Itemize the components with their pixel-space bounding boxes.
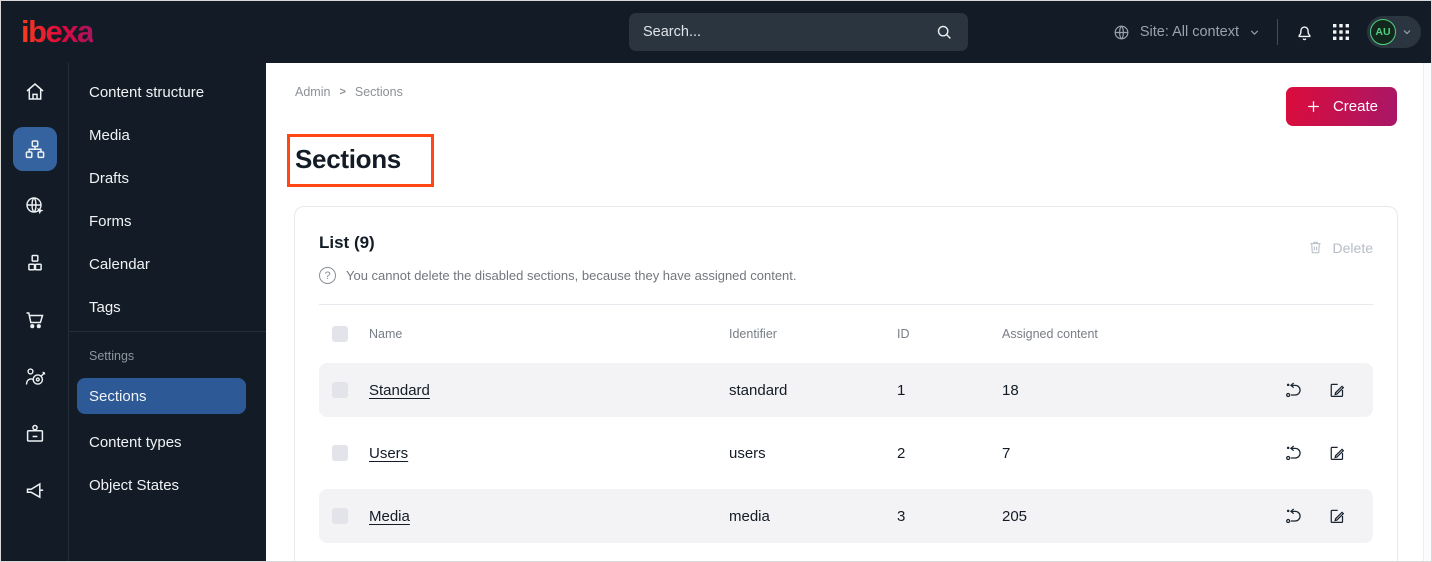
notifications-bell-icon[interactable]: [1294, 22, 1315, 43]
select-all-checkbox[interactable]: [332, 326, 348, 342]
table-row: Media media 3 205: [319, 489, 1373, 543]
help-note-text: You cannot delete the disabled sections,…: [346, 268, 797, 283]
sidebar-menu: Content structure Media Drafts Forms Cal…: [69, 63, 266, 561]
sidebar: Content structure Media Drafts Forms Cal…: [1, 63, 266, 561]
help-note: ? You cannot delete the disabled section…: [319, 267, 1373, 284]
column-header-identifier: Identifier: [729, 327, 777, 341]
sidebar-item-tags[interactable]: Tags: [69, 286, 266, 329]
scrollbar[interactable]: [1423, 63, 1431, 561]
site-context-label: Site: All context: [1139, 24, 1239, 40]
breadcrumb-sections[interactable]: Sections: [355, 85, 403, 99]
assign-content-icon[interactable]: [1284, 506, 1304, 526]
section-link[interactable]: Standard: [369, 382, 430, 399]
cell-identifier: standard: [729, 381, 788, 399]
sidebar-item-media[interactable]: Media: [69, 114, 266, 157]
sidebar-item-object-states[interactable]: Object States: [69, 464, 266, 507]
topbar-right: Site: All context AU: [1112, 1, 1421, 63]
home-icon[interactable]: [13, 70, 57, 114]
app-grid-icon[interactable]: [1332, 23, 1350, 41]
column-header-assigned-content: Assigned content: [1002, 327, 1098, 341]
sections-table: Name Identifier ID Assigned content Stan…: [295, 305, 1397, 543]
row-checkbox[interactable]: [332, 382, 348, 398]
cell-id: 2: [897, 444, 906, 462]
site-context-selector[interactable]: Site: All context: [1112, 23, 1261, 42]
chevron-down-icon: [1248, 26, 1261, 39]
settings-section-label: Settings: [89, 349, 135, 363]
main-content: Admin > Sections Create Sections List (9…: [266, 63, 1431, 561]
list-title: List (9): [319, 233, 375, 252]
breadcrumb-separator: >: [339, 86, 346, 98]
create-button[interactable]: Create: [1285, 87, 1397, 126]
breadcrumb: Admin > Sections: [295, 85, 403, 99]
sections-list-card: List (9) ? You cannot delete the disable…: [294, 206, 1398, 561]
plus-icon: [1305, 98, 1322, 115]
marketing-megaphone-icon[interactable]: [13, 469, 57, 513]
cell-assigned-content: 18: [1002, 381, 1019, 399]
product-catalog-icon[interactable]: [13, 241, 57, 285]
cell-identifier: users: [729, 444, 766, 462]
site-icon[interactable]: [13, 184, 57, 228]
section-link[interactable]: Media: [369, 508, 410, 525]
menu-divider: [69, 331, 266, 332]
global-search: [629, 13, 968, 51]
column-header-name: Name: [369, 327, 403, 341]
sidebar-item-forms[interactable]: Forms: [69, 200, 266, 243]
card-divider: [319, 304, 1373, 305]
help-question-icon: ?: [319, 267, 336, 284]
chevron-down-icon: [1401, 26, 1413, 38]
cell-assigned-content: 7: [1002, 444, 1011, 462]
cell-id: 3: [897, 507, 906, 525]
table-row: Standard standard 1 18: [319, 363, 1373, 417]
commerce-cart-icon[interactable]: [13, 298, 57, 342]
card-header: List (9) ? You cannot delete the disable…: [295, 207, 1397, 305]
admin-badge-icon[interactable]: [13, 412, 57, 456]
personalization-icon[interactable]: [13, 355, 57, 399]
breadcrumb-admin[interactable]: Admin: [295, 85, 330, 99]
ibexa-logo[interactable]: ibexa: [21, 14, 94, 50]
sidebar-item-sections[interactable]: Sections: [77, 378, 246, 414]
section-link[interactable]: Users: [369, 445, 408, 462]
delete-button[interactable]: Delete: [1307, 239, 1373, 256]
search-input[interactable]: [643, 24, 934, 40]
cell-identifier: media: [729, 507, 770, 525]
row-checkbox[interactable]: [332, 508, 348, 524]
sidebar-item-content-types[interactable]: Content types: [69, 421, 266, 464]
delete-button-label: Delete: [1332, 239, 1373, 256]
page-title: Sections: [295, 144, 401, 174]
table-row: Users users 2 7: [319, 426, 1373, 480]
cell-assigned-content: 205: [1002, 507, 1028, 525]
create-button-label: Create: [1332, 98, 1378, 115]
globe-icon: [1112, 23, 1131, 42]
search-icon[interactable]: [934, 22, 954, 42]
topbar-divider: [1277, 19, 1278, 45]
cell-id: 1: [897, 381, 906, 399]
assign-content-icon[interactable]: [1284, 443, 1304, 463]
edit-icon[interactable]: [1327, 506, 1347, 526]
page-title-highlight-box: Sections: [287, 134, 434, 187]
content-tree-icon[interactable]: [12, 127, 57, 171]
edit-icon[interactable]: [1327, 443, 1347, 463]
sidebar-item-drafts[interactable]: Drafts: [69, 157, 266, 200]
trash-icon: [1307, 239, 1324, 256]
user-menu[interactable]: AU: [1367, 16, 1421, 48]
app-window: ibexa Site: All context: [0, 0, 1432, 562]
table-header-row: Name Identifier ID Assigned content: [319, 305, 1373, 363]
topbar: ibexa Site: All context: [1, 1, 1431, 63]
sidebar-item-content-structure[interactable]: Content structure: [69, 71, 266, 114]
edit-icon[interactable]: [1327, 380, 1347, 400]
row-checkbox[interactable]: [332, 445, 348, 461]
assign-content-icon[interactable]: [1284, 380, 1304, 400]
icon-rail: [1, 63, 69, 561]
avatar: AU: [1370, 19, 1396, 45]
column-header-id: ID: [897, 327, 910, 341]
sidebar-item-calendar[interactable]: Calendar: [69, 243, 266, 286]
